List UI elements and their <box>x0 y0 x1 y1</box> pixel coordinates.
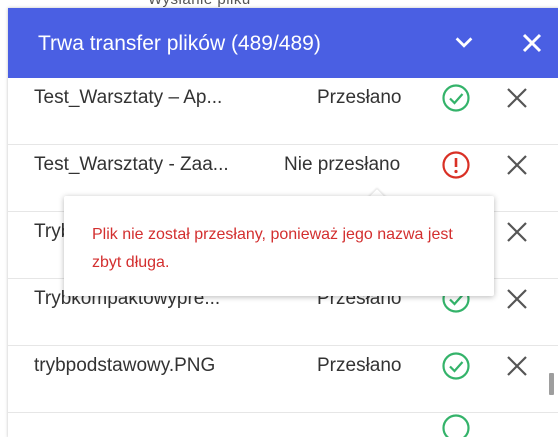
collapse-button[interactable] <box>446 25 482 61</box>
remove-file-button[interactable] <box>501 216 533 248</box>
close-icon <box>507 289 527 309</box>
close-icon <box>522 33 542 53</box>
tooltip-message: Plik nie został przesłany, ponieważ jego… <box>92 226 453 271</box>
file-row: Test_Warsztaty – Ap... Przesłano <box>8 78 558 145</box>
check-circle-icon <box>442 84 470 112</box>
remove-file-button[interactable] <box>501 149 533 181</box>
remove-file-button[interactable] <box>501 82 533 114</box>
remove-file-button[interactable] <box>501 350 533 382</box>
background-text: Wysłanie pliku <box>148 0 251 8</box>
file-name: trybpodstawowy.PNG <box>34 355 216 376</box>
file-status: Nie przesłano <box>284 154 401 175</box>
upload-panel-title: Trwa transfer plików (489/489) <box>38 32 321 55</box>
close-icon <box>507 356 527 376</box>
close-icon <box>507 88 527 108</box>
remove-file-button[interactable] <box>501 283 533 315</box>
file-name: Test_Warsztaty – Ap... <box>34 87 223 108</box>
upload-panel: Trwa transfer plików (489/489) Test_Wars… <box>8 8 558 437</box>
chevron-down-icon <box>455 37 473 48</box>
scrollbar-thumb[interactable] <box>549 373 554 395</box>
file-status: Przesłano <box>317 355 402 376</box>
alert-circle-icon[interactable] <box>440 149 472 181</box>
close-panel-button[interactable] <box>514 25 550 61</box>
check-circle-icon <box>442 414 470 437</box>
close-icon <box>507 222 527 242</box>
file-status: Przesłano <box>317 87 402 108</box>
file-row: trybpodstawowy.PNG Przesłano <box>8 346 558 413</box>
check-circle-icon <box>442 352 470 380</box>
upload-panel-header: Trwa transfer plików (489/489) <box>8 8 558 78</box>
close-icon <box>507 155 527 175</box>
screen: Wysłanie pliku Trwa transfer plików (489… <box>0 0 558 437</box>
error-tooltip: Plik nie został przesłany, ponieważ jego… <box>64 196 494 296</box>
